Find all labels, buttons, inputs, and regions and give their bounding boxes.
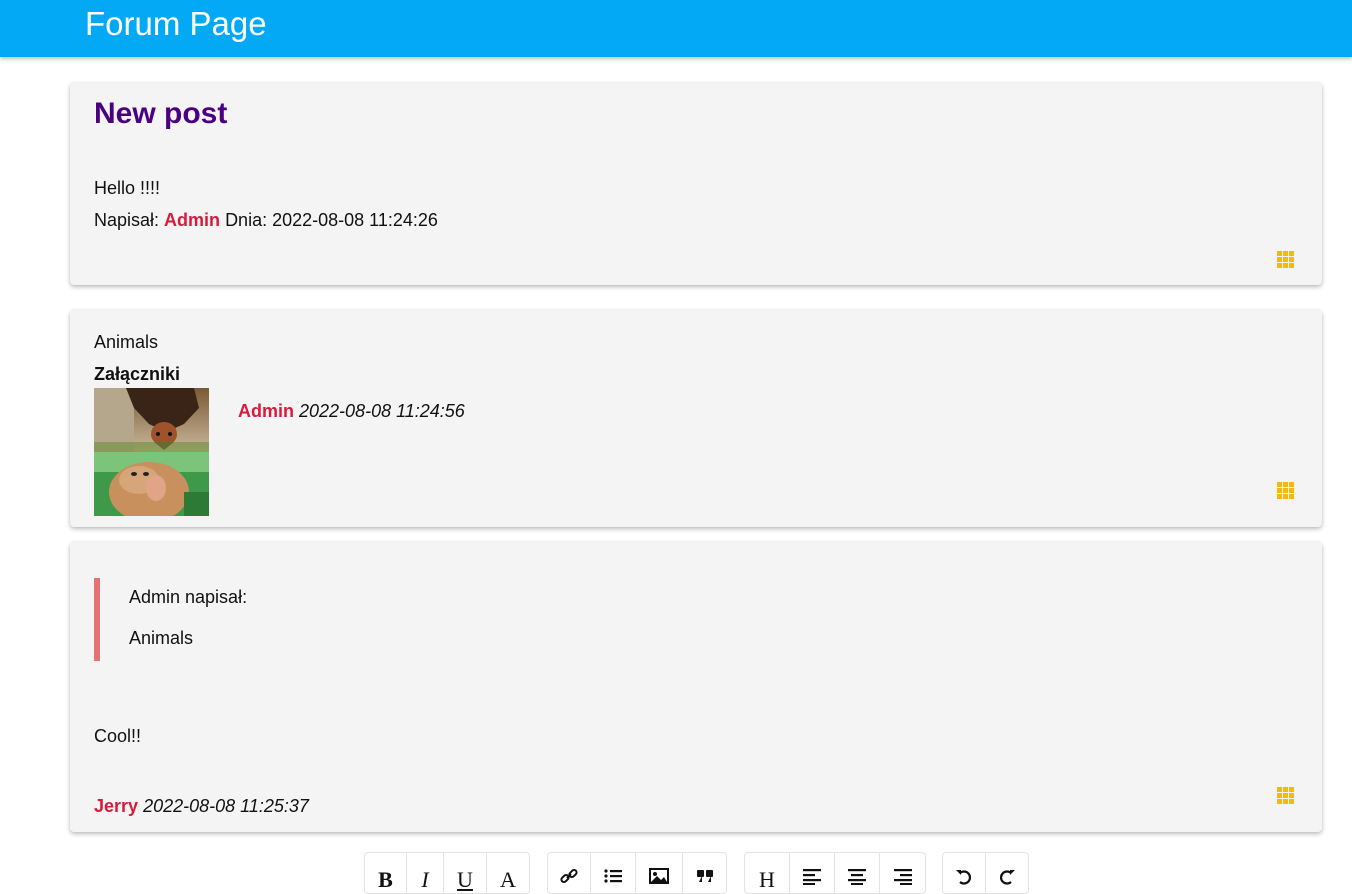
reply-meta: Jerry 2022-08-08 11:25:37 xyxy=(94,795,309,817)
image-button[interactable] xyxy=(636,853,683,893)
align-right-icon xyxy=(893,867,912,885)
underline-button[interactable]: U xyxy=(444,853,487,893)
align-group: H xyxy=(744,852,926,894)
text-format-group: B I U A xyxy=(364,852,530,894)
undo-icon xyxy=(955,867,973,885)
align-left-icon xyxy=(803,867,821,885)
quote-header: Admin napisał: xyxy=(129,587,248,607)
apps-menu-icon[interactable] xyxy=(1277,251,1294,268)
reply-card: Admin napisał: Animals Cool!! Jerry 2022… xyxy=(70,542,1322,832)
insert-group xyxy=(547,852,727,894)
heading-button[interactable]: H xyxy=(745,853,790,893)
align-center-icon xyxy=(848,867,866,885)
quote-button[interactable] xyxy=(683,853,726,893)
attachments-gallery xyxy=(94,388,209,516)
link-icon xyxy=(560,867,578,885)
page-title: Forum Page xyxy=(85,5,267,42)
reply-text: Cool!! xyxy=(94,726,142,746)
post-meta: Napisał: Admin Dnia: 2022-08-08 11:24:26 xyxy=(94,209,438,231)
post-date: 2022-08-08 11:24:26 xyxy=(272,210,438,230)
bold-button[interactable]: B xyxy=(365,853,407,893)
app-header: Forum Page xyxy=(0,0,1352,57)
redo-button[interactable] xyxy=(986,853,1028,893)
apps-menu-icon[interactable] xyxy=(1277,787,1294,804)
apps-menu-icon[interactable] xyxy=(1277,482,1294,499)
link-button[interactable] xyxy=(548,853,591,893)
reply-date: 2022-08-08 11:24:56 xyxy=(299,401,465,421)
italic-button[interactable]: I xyxy=(407,853,444,893)
undo-button[interactable] xyxy=(943,853,986,893)
post-body: Hello !!!! xyxy=(94,178,161,198)
attachments-label: Załączniki xyxy=(94,364,181,384)
reply-date: 2022-08-08 11:25:37 xyxy=(143,796,309,816)
image-icon xyxy=(649,867,669,885)
align-left-button[interactable] xyxy=(790,853,835,893)
proboscis-monkey-photo[interactable] xyxy=(94,452,209,516)
quote-text: Animals xyxy=(129,628,194,648)
history-group xyxy=(942,852,1029,894)
reply-author[interactable]: Admin xyxy=(238,401,294,421)
blockquote: Admin napisał: Animals xyxy=(94,578,700,661)
redo-icon xyxy=(998,867,1016,885)
post-card: New post Hello !!!! Napisał: Admin Dnia:… xyxy=(70,83,1322,285)
list-icon xyxy=(604,867,622,885)
reply-text: Animals xyxy=(94,332,159,352)
date-label: Dnia: xyxy=(225,210,268,230)
quote-icon xyxy=(696,867,714,885)
align-right-button[interactable] xyxy=(880,853,925,893)
post-title: New post xyxy=(94,97,228,130)
written-by-label: Napisał: xyxy=(94,210,160,230)
align-center-button[interactable] xyxy=(835,853,880,893)
editor-toolbar: B I U A H xyxy=(0,852,1352,894)
reply-meta: Admin 2022-08-08 11:24:56 xyxy=(238,400,465,422)
post-author[interactable]: Admin xyxy=(164,210,220,230)
bat-photo[interactable] xyxy=(94,388,209,452)
reply-author[interactable]: Jerry xyxy=(94,796,138,816)
list-button[interactable] xyxy=(591,853,636,893)
reply-card: Animals Załączniki Admin 2022-08-08 11:2… xyxy=(70,310,1322,527)
font-button[interactable]: A xyxy=(487,853,529,893)
